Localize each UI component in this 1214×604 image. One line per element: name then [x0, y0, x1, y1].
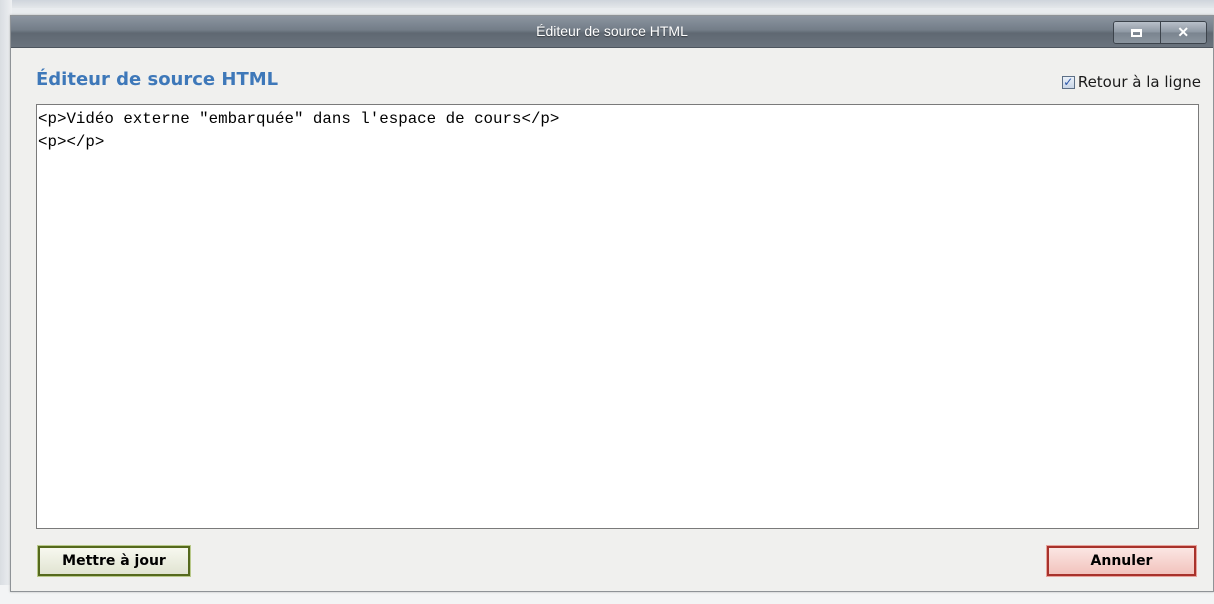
editor-heading: Éditeur de source HTML [36, 69, 279, 90]
wrap-lines-toggle[interactable]: ✓ Retour à la ligne [1061, 73, 1201, 91]
html-source-editor-dialog: Éditeur de source HTML ✕ Éditeur de sour… [10, 15, 1214, 592]
code-line: <p></p> [38, 133, 105, 151]
page-backdrop-top [0, 0, 1214, 8]
window-controls: ✕ [1113, 21, 1207, 44]
maximize-button[interactable] [1114, 22, 1160, 43]
close-icon: ✕ [1177, 24, 1190, 40]
update-button[interactable]: Mettre à jour [37, 545, 191, 577]
cancel-button[interactable]: Annuler [1046, 545, 1197, 577]
wrap-lines-checkbox[interactable]: ✓ [1061, 75, 1075, 89]
close-button[interactable]: ✕ [1159, 22, 1206, 43]
dialog-title: Éditeur de source HTML [536, 23, 688, 39]
code-line: <p>Vidéo externe "embarquée" dans l'espa… [38, 110, 560, 128]
dialog-titlebar[interactable]: Éditeur de source HTML ✕ [11, 16, 1213, 48]
checkmark-icon: ✓ [1063, 75, 1074, 89]
wrap-lines-label: Retour à la ligne [1077, 73, 1201, 91]
html-source-textarea[interactable]: <p>Vidéo externe "embarquée" dans l'espa… [36, 104, 1199, 529]
maximize-icon [1131, 28, 1143, 37]
